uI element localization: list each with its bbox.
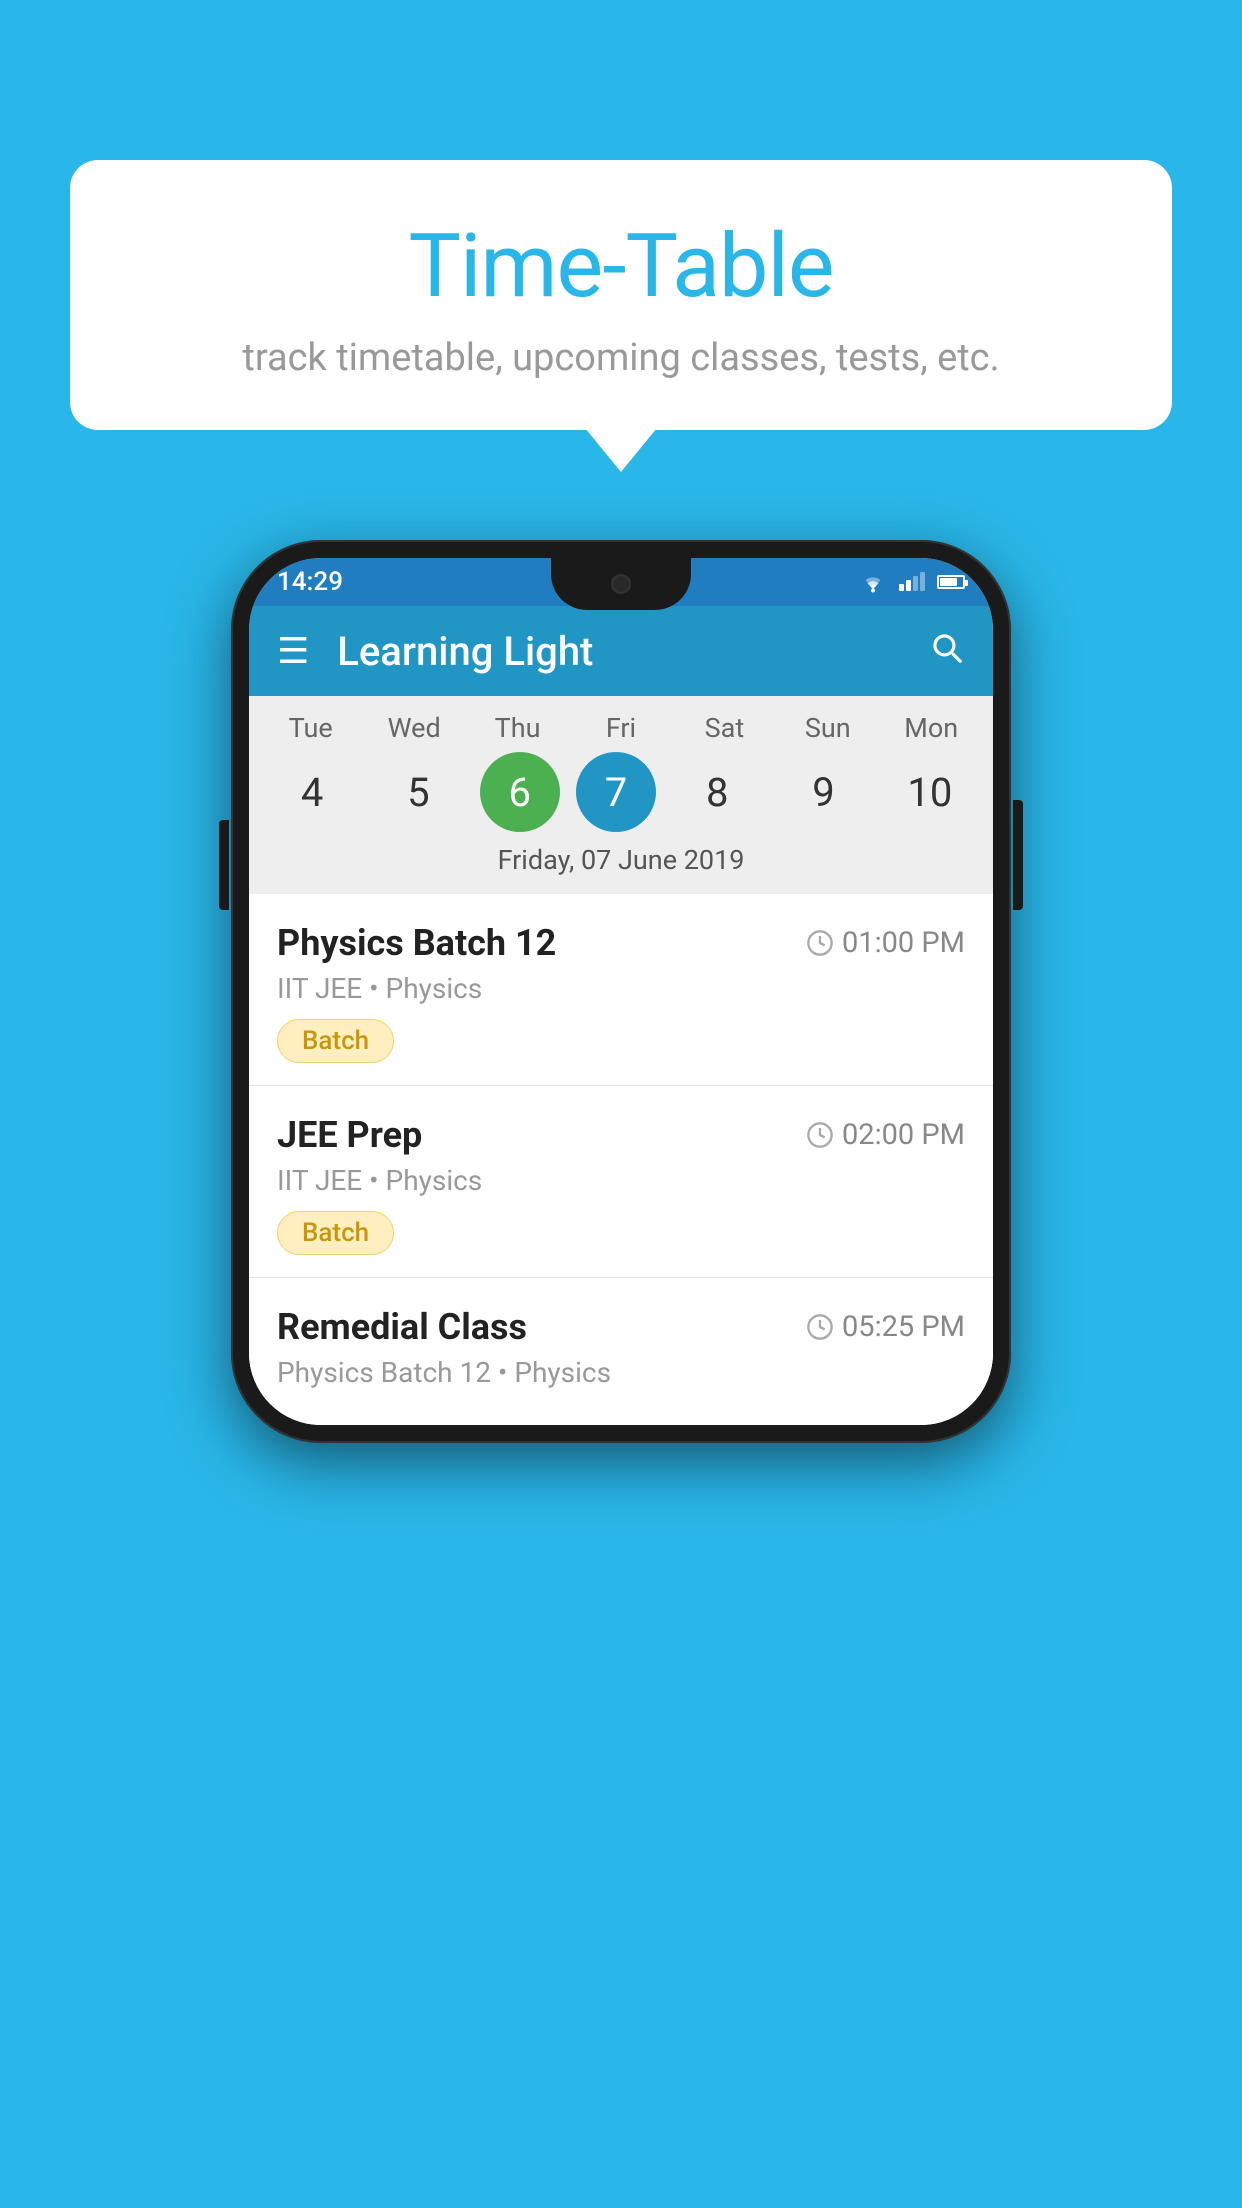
signal-icon [899, 573, 925, 591]
wifi-icon [859, 571, 887, 593]
class-meta-3: Physics Batch 12 • Physics [277, 1356, 965, 1389]
day-label-fri: Fri [576, 712, 666, 744]
selected-date-label: Friday, 07 June 2019 [249, 832, 993, 890]
class-item-3-header: Remedial Class 05:25 PM [277, 1306, 965, 1348]
bubble-title: Time-Table [110, 215, 1132, 318]
class-time-3: 05:25 PM [806, 1310, 965, 1344]
phone-notch [551, 558, 691, 610]
batch-badge-1: Batch [277, 1019, 394, 1063]
phone-screen: 14:29 [249, 558, 993, 1425]
class-name-3: Remedial Class [277, 1306, 527, 1348]
day-6-today[interactable]: 6 [480, 752, 560, 832]
day-label-sat: Sat [679, 712, 769, 744]
class-meta-2: IIT JEE • Physics [277, 1164, 965, 1197]
speech-bubble: Time-Table track timetable, upcoming cla… [70, 160, 1172, 430]
class-item-1-header: Physics Batch 12 01:00 PM [277, 922, 965, 964]
day-9[interactable]: 9 [779, 752, 869, 832]
day-5[interactable]: 5 [373, 752, 463, 832]
class-item-3[interactable]: Remedial Class 05:25 PM Physics Batch 12… [249, 1278, 993, 1425]
speech-bubble-container: Time-Table track timetable, upcoming cla… [70, 160, 1172, 430]
bubble-subtitle: track timetable, upcoming classes, tests… [110, 336, 1132, 380]
calendar-week: Tue Wed Thu Fri Sat Sun Mon 4 5 6 7 8 [249, 696, 993, 894]
phone-mockup: 14:29 [231, 540, 1011, 1443]
phone-outer: 14:29 [231, 540, 1011, 1443]
clock-icon-2 [806, 1121, 834, 1149]
day-10[interactable]: 10 [885, 752, 975, 832]
class-time-1: 01:00 PM [806, 926, 965, 960]
day-labels: Tue Wed Thu Fri Sat Sun Mon [249, 712, 993, 744]
hamburger-icon[interactable]: ☰ [277, 633, 309, 669]
day-label-tue: Tue [266, 712, 356, 744]
clock-icon-3 [806, 1313, 834, 1341]
app-bar: ☰ Learning Light [249, 606, 993, 696]
class-item-2[interactable]: JEE Prep 02:00 PM IIT JEE • Physics Batc… [249, 1086, 993, 1278]
day-label-sun: Sun [783, 712, 873, 744]
day-label-thu: Thu [473, 712, 563, 744]
day-label-mon: Mon [886, 712, 976, 744]
battery-icon [937, 575, 965, 589]
class-name-2: JEE Prep [277, 1114, 422, 1156]
day-8[interactable]: 8 [672, 752, 762, 832]
class-name-1: Physics Batch 12 [277, 922, 556, 964]
day-numbers: 4 5 6 7 8 9 10 [249, 752, 993, 832]
day-7-selected[interactable]: 7 [576, 752, 656, 832]
status-icons [859, 571, 965, 593]
day-label-wed: Wed [369, 712, 459, 744]
class-time-2: 02:00 PM [806, 1118, 965, 1152]
class-meta-1: IIT JEE • Physics [277, 972, 965, 1005]
class-item-2-header: JEE Prep 02:00 PM [277, 1114, 965, 1156]
class-item-1[interactable]: Physics Batch 12 01:00 PM IIT JEE • Phys… [249, 894, 993, 1086]
search-icon[interactable] [927, 628, 965, 675]
front-camera [611, 574, 631, 594]
class-list: Physics Batch 12 01:00 PM IIT JEE • Phys… [249, 894, 993, 1425]
day-4[interactable]: 4 [267, 752, 357, 832]
batch-badge-2: Batch [277, 1211, 394, 1255]
clock-icon-1 [806, 929, 834, 957]
app-title: Learning Light [337, 628, 927, 675]
